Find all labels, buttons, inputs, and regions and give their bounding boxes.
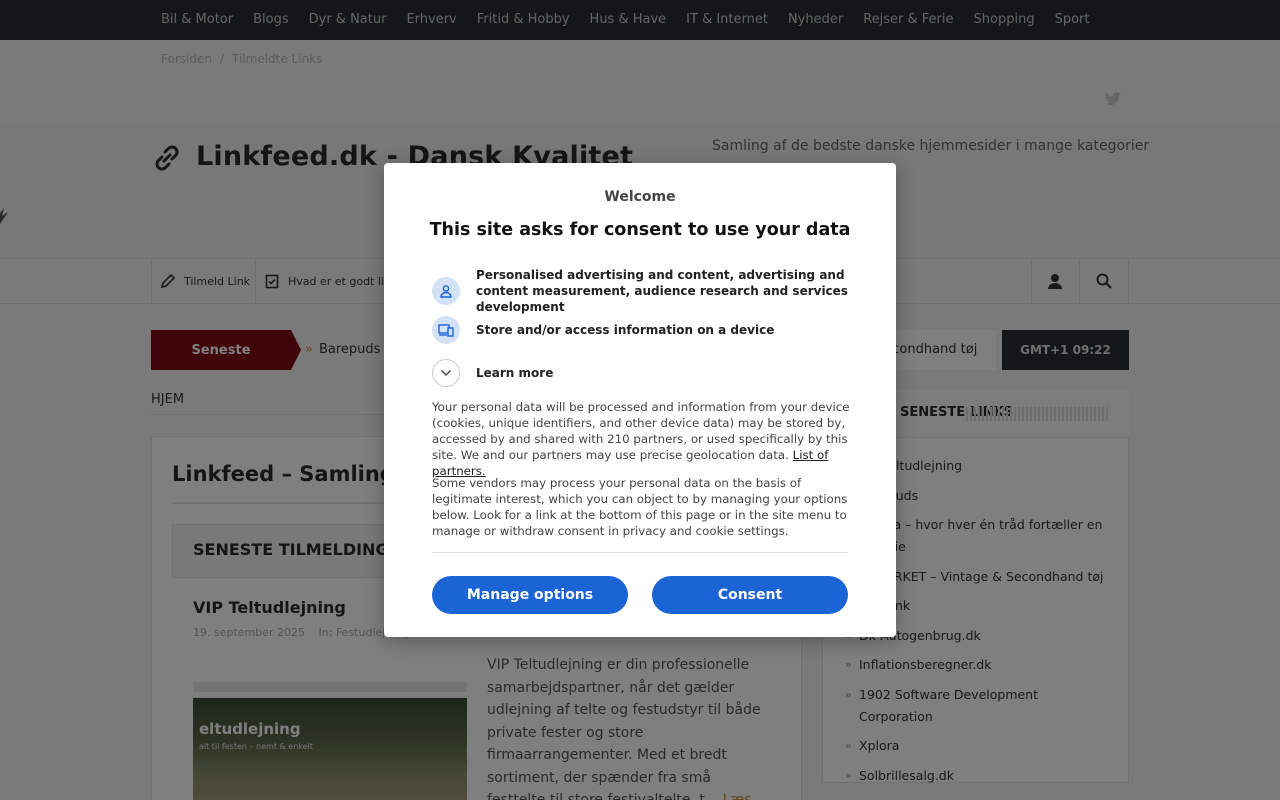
purpose-text: Personalised advertising and content, ad… [476,268,848,314]
consent-purpose-storage: Store and/or access information on a dev… [432,316,852,344]
divider [432,552,848,553]
person-icon [432,277,460,305]
consent-body-1: Your personal data will be processed and… [432,399,850,479]
consent-body-2: Some vendors may process your personal d… [432,476,848,538]
consent-heading: This site asks for consent to use your d… [429,220,851,240]
consent-welcome: Welcome [604,189,676,205]
consent-body-text: Your personal data will be processed and… [432,400,850,462]
purpose-text: Store and/or access information on a dev… [476,323,775,337]
learn-more-toggle[interactable]: Learn more [432,359,852,387]
manage-options-button[interactable]: Manage options [432,576,628,614]
consent-dialog: Welcome This site asks for consent to us… [384,163,896,637]
consent-purpose-ads: Personalised advertising and content, ad… [432,267,852,315]
devices-icon [432,316,460,344]
chevron-down-icon [432,359,460,387]
learn-more-label: Learn more [476,366,554,380]
consent-button[interactable]: Consent [652,576,848,614]
